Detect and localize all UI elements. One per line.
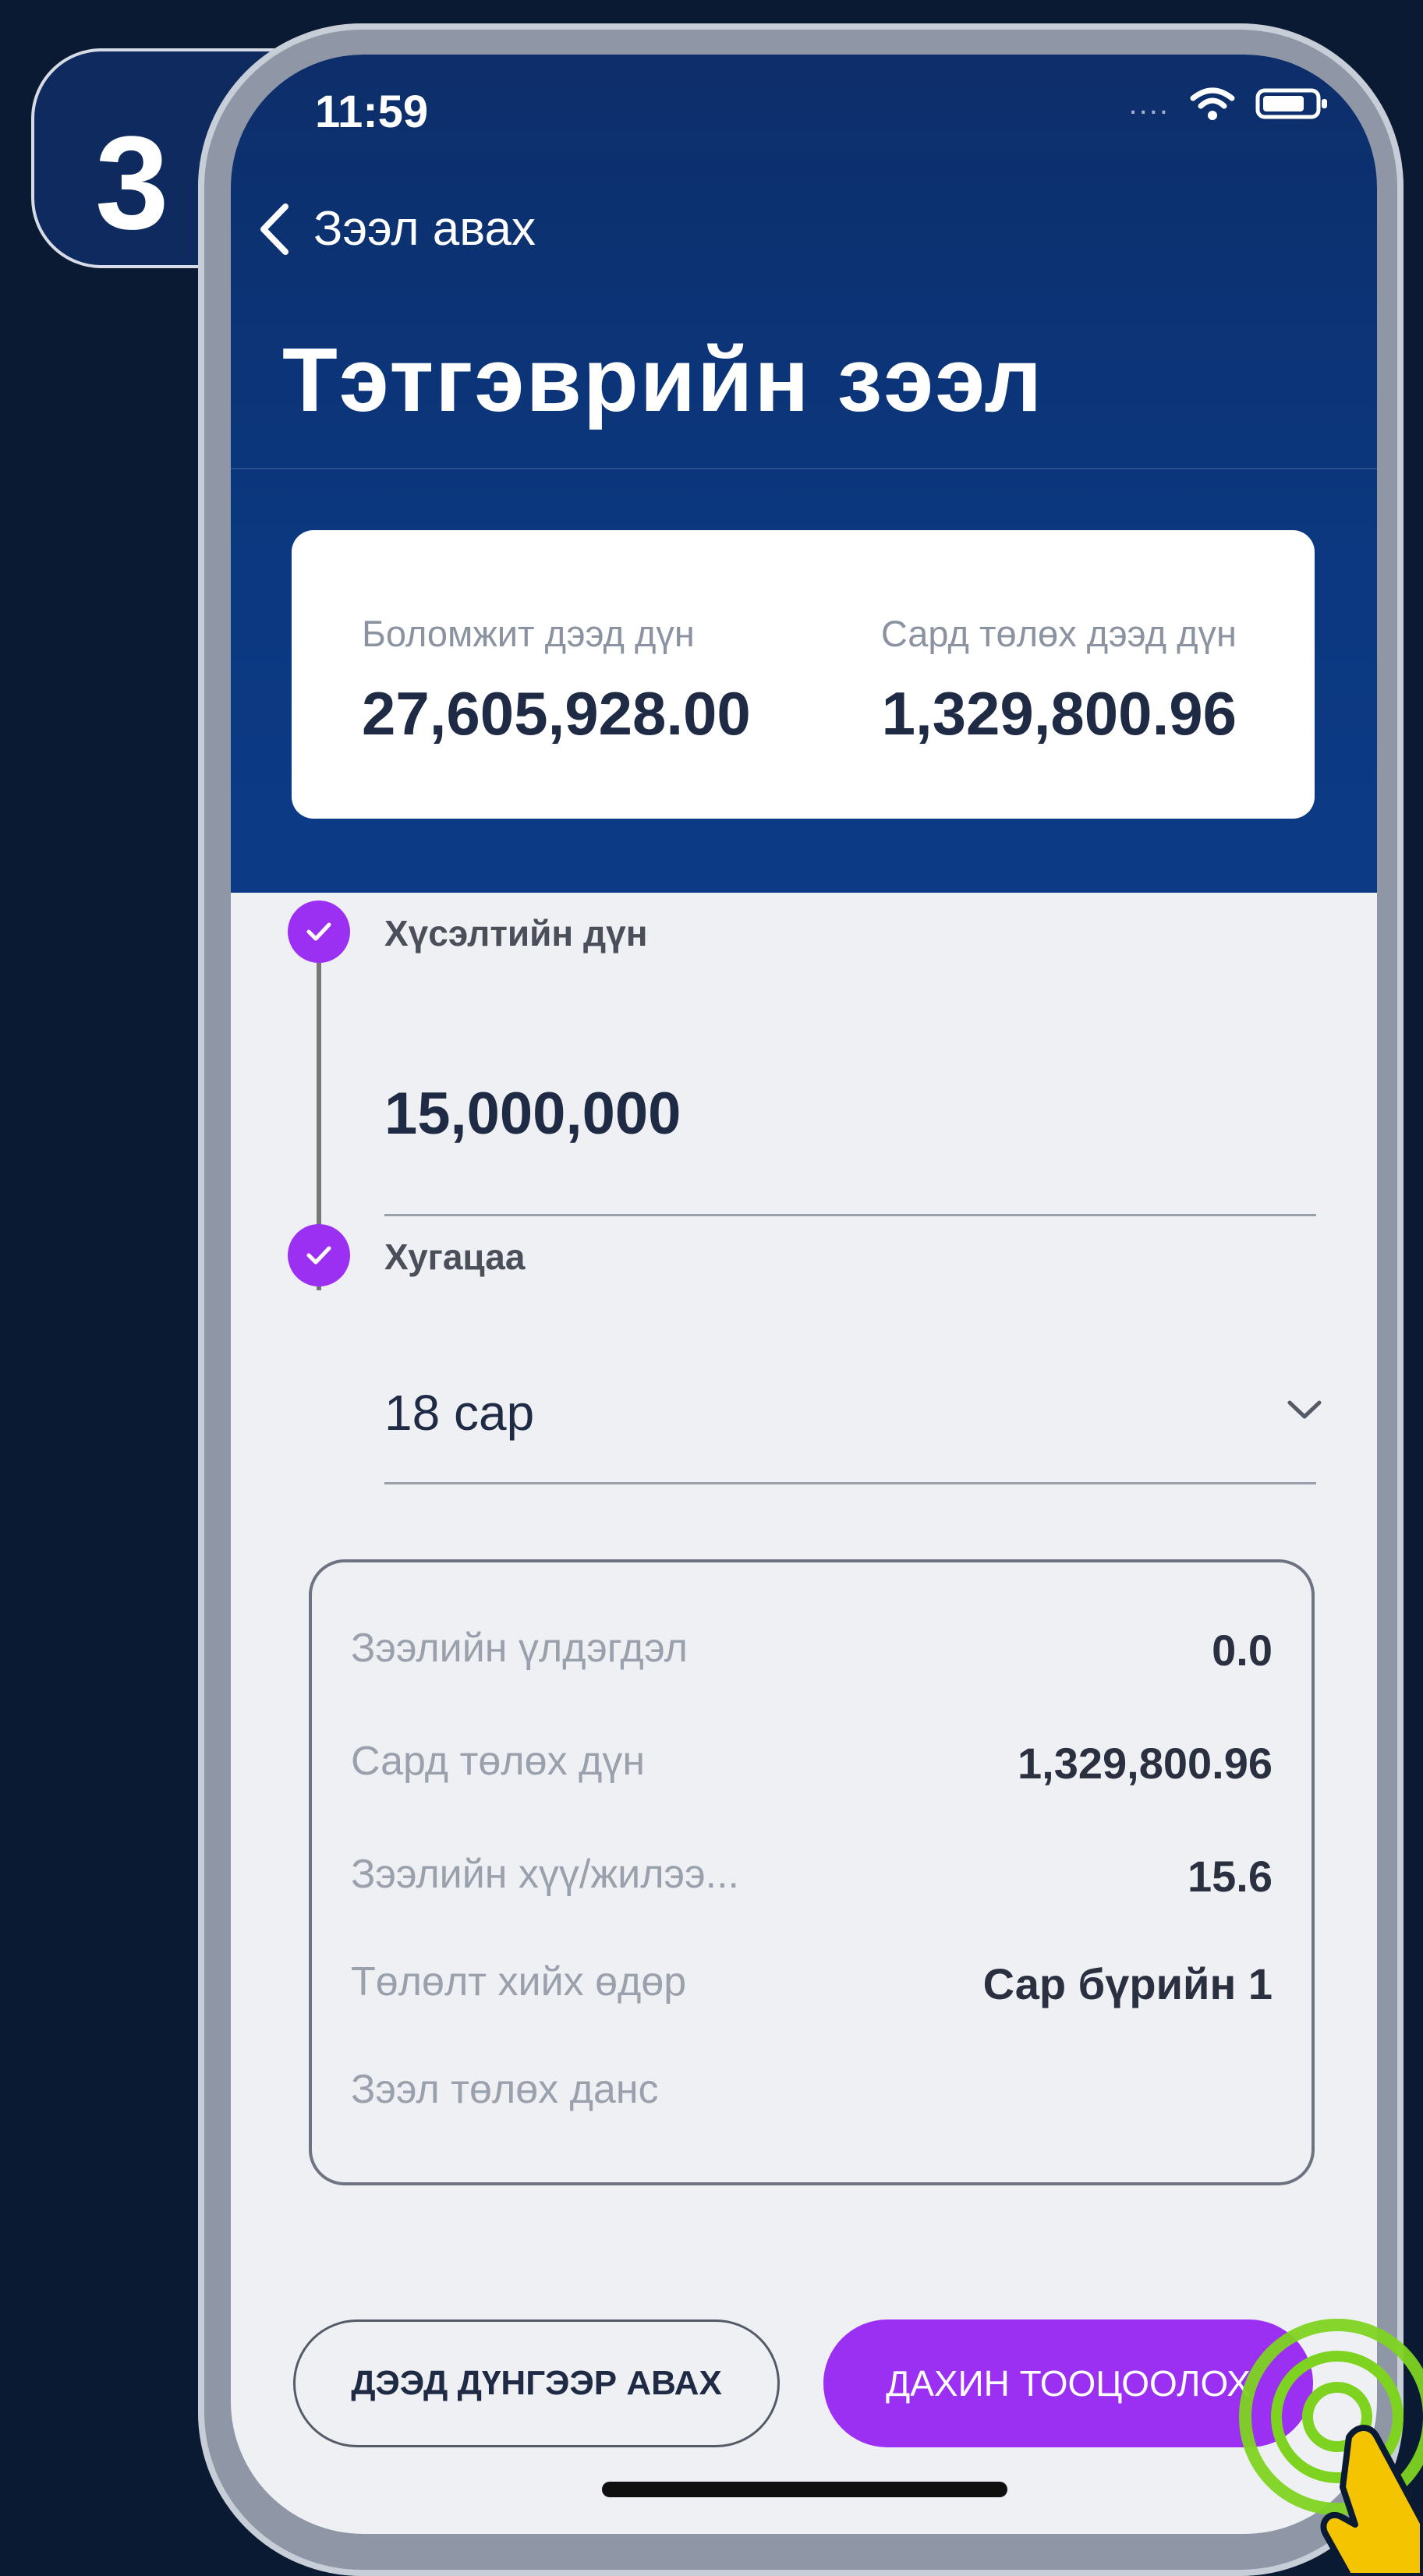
chevron-left-icon [260, 203, 288, 255]
detail-label: Зээлийн хүү/жилээ... [351, 1852, 739, 1897]
loan-form: Хүсэлтийн дүн 15,000,000 Хугацаа 18 сар … [231, 893, 1377, 2534]
detail-row-monthly: Сард төлөх дүн 1,329,800.96 [351, 1738, 1273, 1792]
header-divider [231, 468, 1377, 469]
battery-icon [1255, 88, 1327, 119]
step-check-amount [288, 901, 350, 963]
status-bar: 11:59 .... [231, 55, 1377, 140]
chevron-down-icon[interactable] [1287, 1399, 1322, 1421]
page-title: Тэтгэврийн зээл [282, 329, 1044, 430]
header-section: 11:59 .... Зээл авах Тэтгэврийн зээл Бол… [231, 55, 1377, 893]
detail-value: 15.6 [1188, 1852, 1273, 1901]
max-amount-button[interactable]: ДЭЭД ДҮНГЭЭР АВАХ [293, 2319, 780, 2447]
detail-label: Сард төлөх дүн [351, 1739, 646, 1784]
back-button[interactable]: Зээл авах [256, 201, 536, 257]
detail-label: Зээлийн үлдэгдэл [351, 1626, 688, 1671]
detail-value: Сар бүрийн 1 [982, 1959, 1273, 2008]
loan-summary-card: Боломжит дээд дүн 27,605,928.00 Сард төл… [292, 530, 1315, 819]
status-icons: .... [1129, 86, 1330, 122]
home-indicator [602, 2482, 1007, 2497]
step-check-term [288, 1224, 350, 1286]
detail-row-rate: Зээлийн хүү/жилээ... 15.6 [351, 1851, 1273, 1905]
monthly-max-label: Сард төлөх дээд дүн [880, 613, 1237, 654]
term-select[interactable]: 18 сар [384, 1384, 534, 1442]
detail-row-balance: Зээлийн үлдэгдэл 0.0 [351, 1625, 1273, 1679]
signal-icon: .... [1128, 86, 1170, 121]
phone-screen: 11:59 .... Зээл авах Тэтгэврийн зээл Бол… [231, 55, 1377, 2534]
check-icon [306, 1246, 331, 1265]
monthly-max-value: 1,329,800.96 [881, 679, 1237, 748]
term-label: Хугацаа [384, 1237, 526, 1277]
max-amount-label: Боломжит дээд дүн [362, 613, 695, 654]
amount-input[interactable]: 15,000,000 [384, 1080, 681, 1148]
back-label: Зээл авах [313, 202, 536, 256]
status-time: 11:59 [315, 87, 429, 137]
term-underline [384, 1482, 1316, 1484]
monthly-max-block: Сард төлөх дээд дүн 1,329,800.96 [881, 612, 1237, 749]
detail-label: Зээл төлөх данс [351, 2067, 659, 2112]
detail-value: 0.0 [1212, 1626, 1273, 1675]
detail-row-account[interactable]: Зээл төлөх данс [351, 2066, 1273, 2121]
check-icon [306, 922, 331, 941]
max-amount-block: Боломжит дээд дүн 27,605,928.00 [362, 612, 751, 749]
step-number: 3 [95, 109, 169, 257]
detail-label: Төлөлт хийх өдөр [351, 1959, 687, 2005]
max-amount-value: 27,605,928.00 [362, 679, 751, 748]
detail-row-payday: Төлөлт хийх өдөр Сар бүрийн 1 [351, 1959, 1273, 2013]
wifi-icon [1190, 87, 1235, 120]
amount-underline [384, 1214, 1316, 1216]
detail-value: 1,329,800.96 [1018, 1739, 1273, 1788]
loan-details-box: Зээлийн үлдэгдэл 0.0 Сард төлөх дүн 1,32… [309, 1559, 1315, 2185]
amount-label: Хүсэлтийн дүн [384, 913, 648, 954]
tap-gesture-icon [1239, 2319, 1423, 2576]
